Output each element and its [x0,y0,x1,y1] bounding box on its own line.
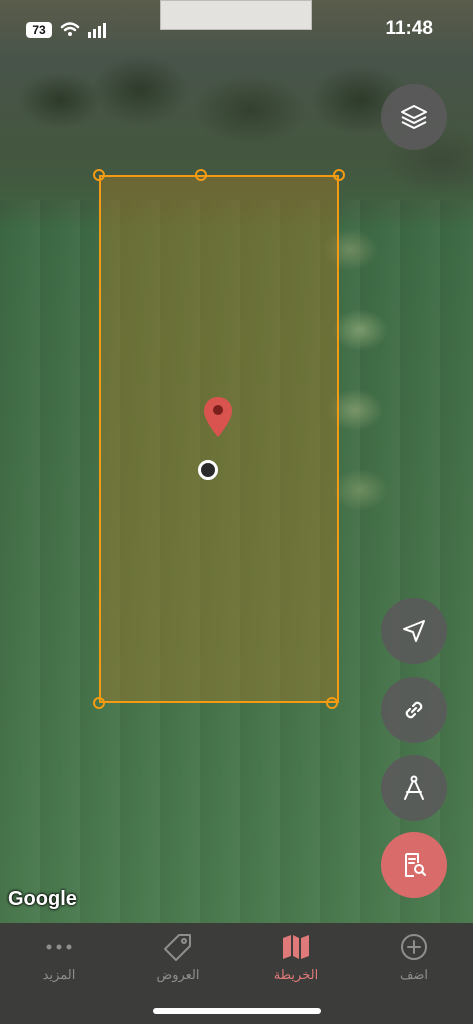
my-location-button[interactable] [381,598,447,664]
land-plot-polygon[interactable] [99,175,339,703]
tab-more[interactable]: المزيد [9,931,109,991]
battery-indicator: 73 [26,22,52,38]
compass-icon [404,775,424,800]
plot-vertex-top-left[interactable] [93,169,105,181]
map-icon [283,935,309,959]
plot-vertex-top-right[interactable] [333,169,345,181]
tag-icon [164,934,191,961]
document-search-icon [405,853,426,877]
plot-vertex-top-mid[interactable] [195,169,207,181]
tab-offers-label: العروض [156,967,200,982]
plot-center-marker [198,460,218,480]
layers-icon [401,105,427,129]
location-pin-icon[interactable] [202,395,234,439]
signal-icon [88,23,106,38]
link-icon [405,701,423,719]
status-bar: 73 11:48 [0,0,473,60]
layers-button[interactable] [381,84,447,150]
plot-vertex-bottom-left[interactable] [93,697,105,709]
tab-more-label: المزيد [42,967,76,982]
tab-map[interactable]: الخريطة [246,931,346,991]
wifi-icon [60,22,80,36]
add-circle-icon [401,934,427,960]
navigation-arrow-icon [403,620,425,642]
tab-offers[interactable]: العروض [128,931,228,991]
report-button[interactable] [381,832,447,898]
measure-button[interactable] [381,755,447,821]
status-time: 11:48 [385,18,433,39]
home-indicator[interactable] [153,1008,321,1014]
tab-map-label: الخريطة [273,967,319,982]
plot-vertex-bottom-right[interactable] [326,697,338,709]
more-dots-icon [46,944,72,950]
tab-add-label: اضف [399,967,429,982]
google-attribution: Google [8,888,77,910]
share-link-button[interactable] [381,677,447,743]
tab-add[interactable]: اضف [364,931,464,991]
